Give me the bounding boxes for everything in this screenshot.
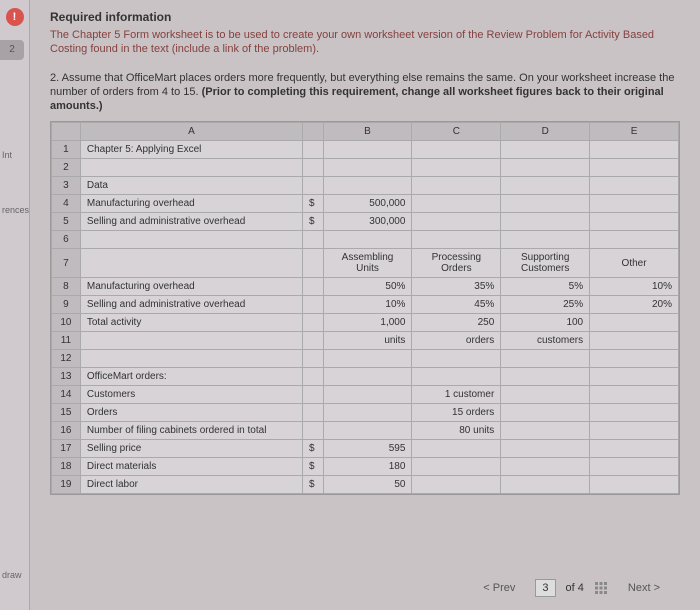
cell-c14[interactable]: 1 customer [412, 386, 501, 404]
cell-a19[interactable]: Direct labor [80, 476, 302, 494]
cell-d10[interactable]: 100 [501, 314, 590, 332]
cell-a18[interactable]: Direct materials [80, 458, 302, 476]
next-button[interactable]: Next > [618, 578, 670, 598]
step-tab-2[interactable]: 2 [0, 40, 24, 60]
question-text: 2. Assume that OfficeMart places orders … [50, 71, 680, 114]
cell-c9[interactable]: 45% [412, 296, 501, 314]
cell-b8[interactable]: 50% [323, 278, 412, 296]
cell-a3[interactable]: Data [80, 177, 302, 195]
cell-a6[interactable] [80, 231, 302, 249]
cell-a8[interactable]: Manufacturing overhead [80, 278, 302, 296]
cell-a9[interactable]: Selling and administrative overhead [80, 296, 302, 314]
cell-b10[interactable]: 1,000 [323, 314, 412, 332]
cell-d11[interactable]: customers [501, 332, 590, 350]
sidebar-label-hint: Int [2, 150, 12, 160]
cell-b19-dollar[interactable]: $ [302, 476, 323, 494]
cell-e8[interactable]: 10% [590, 278, 679, 296]
cell-c16[interactable]: 80 units [412, 422, 501, 440]
alert-icon: ! [6, 8, 24, 26]
cell-e7[interactable]: Other [590, 249, 679, 278]
cell-b17[interactable]: 595 [323, 440, 412, 458]
cell-c8[interactable]: 35% [412, 278, 501, 296]
col-header-e: E [590, 123, 679, 141]
grid-icon[interactable] [594, 581, 608, 595]
cell-a10[interactable]: Total activity [80, 314, 302, 332]
cell-a1[interactable]: Chapter 5: Applying Excel [80, 141, 302, 159]
cell-c15[interactable]: 15 orders [412, 404, 501, 422]
col-header-a: A [80, 123, 302, 141]
required-info-title: Required information [50, 10, 680, 24]
spreadsheet-container: A B C D E 1Chapter 5: Applying Excel 2 3… [50, 121, 680, 495]
sidebar-label-references: rences [2, 205, 29, 215]
cell-b11[interactable]: units [323, 332, 412, 350]
cell-d8[interactable]: 5% [501, 278, 590, 296]
col-header-d: D [501, 123, 590, 141]
cell-a15[interactable]: Orders [80, 404, 302, 422]
cell-a4[interactable]: Manufacturing overhead [80, 195, 302, 213]
cell-b7[interactable]: Assembling Units [323, 249, 412, 278]
cell-b17-dollar[interactable]: $ [302, 440, 323, 458]
cell-b4-dollar[interactable]: $ [302, 195, 323, 213]
cell-c10[interactable]: 250 [412, 314, 501, 332]
cell-c11[interactable]: orders [412, 332, 501, 350]
cell-b19[interactable]: 50 [323, 476, 412, 494]
cell-c7[interactable]: Processing Orders [412, 249, 501, 278]
prev-button[interactable]: < Prev [473, 578, 525, 598]
cell-d9[interactable]: 25% [501, 296, 590, 314]
cell-b4[interactable]: 500,000 [323, 195, 412, 213]
spreadsheet: A B C D E 1Chapter 5: Applying Excel 2 3… [51, 122, 679, 494]
cell-a2[interactable] [80, 159, 302, 177]
cell-a5[interactable]: Selling and administrative overhead [80, 213, 302, 231]
cell-b5[interactable]: 300,000 [323, 213, 412, 231]
cell-e9[interactable]: 20% [590, 296, 679, 314]
page-total: of 4 [566, 582, 584, 594]
sidebar-label-draw: draw [2, 570, 22, 580]
corner-cell [52, 123, 81, 141]
cell-b18-dollar[interactable]: $ [302, 458, 323, 476]
col-header-b: B [323, 123, 412, 141]
cell-a11[interactable] [80, 332, 302, 350]
cell-a7[interactable] [80, 249, 302, 278]
cell-b9[interactable]: 10% [323, 296, 412, 314]
col-header-c: C [412, 123, 501, 141]
cell-a12[interactable] [80, 350, 302, 368]
cell-a13[interactable]: OfficeMart orders: [80, 368, 302, 386]
main-content: Required information The Chapter 5 Form … [30, 0, 700, 610]
cell-a16[interactable]: Number of filing cabinets ordered in tot… [80, 422, 302, 440]
page-current: 3 [535, 579, 555, 597]
cell-a17[interactable]: Selling price [80, 440, 302, 458]
left-sidebar: ! 2 Int rences draw [0, 0, 30, 610]
cell-a14[interactable]: Customers [80, 386, 302, 404]
cell-b18[interactable]: 180 [323, 458, 412, 476]
required-info-text: The Chapter 5 Form worksheet is to be us… [50, 28, 680, 57]
cell-b5-dollar[interactable]: $ [302, 213, 323, 231]
pagination-footer: < Prev 3 of 4 Next > [473, 578, 670, 598]
cell-d7[interactable]: Supporting Customers [501, 249, 590, 278]
